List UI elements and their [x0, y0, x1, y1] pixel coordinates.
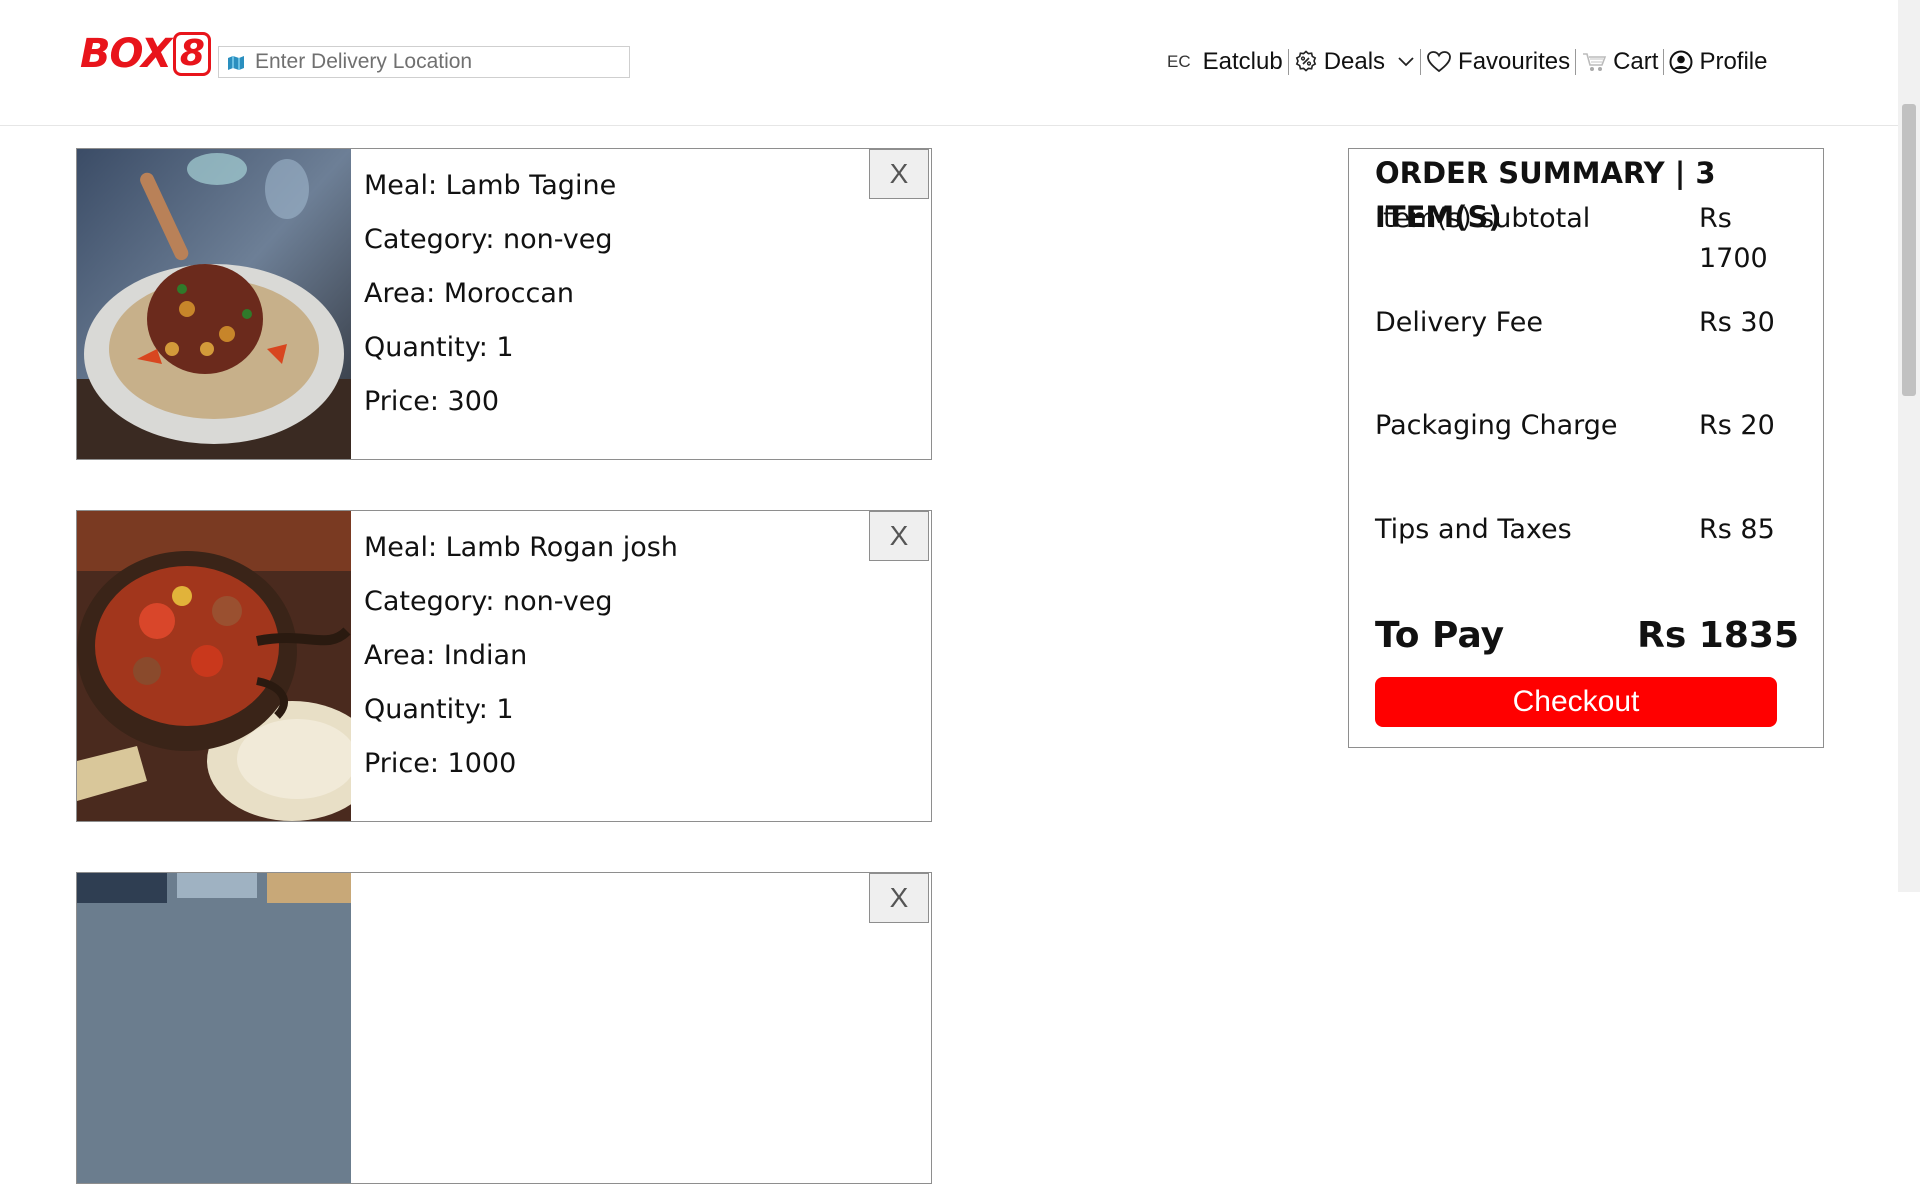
- eatclub-icon: EC: [1167, 52, 1191, 71]
- checkout-button[interactable]: Checkout: [1375, 677, 1777, 727]
- nav-profile[interactable]: Profile: [1664, 48, 1772, 76]
- nav-favourites-label: Favourites: [1458, 48, 1571, 75]
- nav-favourites[interactable]: Favourites: [1421, 48, 1575, 76]
- summary-label: Delivery Fee: [1375, 307, 1543, 338]
- summary-label: Item(s) subtotal: [1375, 203, 1591, 234]
- remove-item-button[interactable]: X: [869, 149, 929, 199]
- meal-category: Category: non-veg: [364, 224, 613, 255]
- meal-price: Price: 1000: [364, 748, 517, 779]
- deals-icon: [1294, 50, 1318, 74]
- meal-details: Meal: Lamb Rogan josh Category: non-veg …: [364, 521, 678, 791]
- page-scrollbar[interactable]: [1898, 0, 1920, 892]
- nav-eatclub-label: Eatclub: [1202, 48, 1283, 75]
- nav-profile-label: Profile: [1699, 48, 1768, 75]
- summary-label: Tips and Taxes: [1375, 514, 1572, 545]
- map-icon: [227, 55, 245, 70]
- logo-text: BOX: [80, 31, 172, 77]
- meal-image: [77, 511, 351, 821]
- nav-eatclub[interactable]: EC Eatclub: [1162, 48, 1288, 76]
- delivery-location-search[interactable]: [218, 46, 630, 78]
- remove-item-button[interactable]: X: [869, 873, 929, 923]
- cart-item: Meal: Lamb Tagine Category: non-veg Area…: [76, 148, 932, 460]
- meal-category: Category: non-veg: [364, 586, 613, 617]
- nav-cart-label: Cart: [1613, 48, 1659, 75]
- nav-deals-label: Deals: [1323, 48, 1386, 75]
- meal-area: Area: Moroccan: [364, 278, 575, 309]
- summary-value: Rs 30: [1699, 307, 1775, 338]
- order-summary: ORDER SUMMARY | 3 ITEM(S) Item(s) subtot…: [1348, 148, 1824, 748]
- user-icon: [1669, 50, 1693, 74]
- cart-icon: [1581, 50, 1607, 74]
- heart-icon: [1426, 50, 1452, 74]
- meal-image: [77, 873, 351, 1183]
- meal-quantity: Quantity: 1: [364, 332, 514, 363]
- cart-item: X: [76, 872, 932, 1184]
- summary-value: Rs 1700: [1699, 203, 1768, 274]
- summary-total: To Pay Rs 1835: [1375, 611, 1799, 661]
- meal-price: Price: 300: [364, 386, 500, 417]
- nav-deals[interactable]: Deals: [1289, 48, 1420, 76]
- summary-row-packaging: Packaging Charge Rs 20: [1375, 406, 1799, 446]
- meal-area: Area: Indian: [364, 640, 528, 671]
- meal-details: Meal: Lamb Tagine Category: non-veg Area…: [364, 159, 616, 429]
- nav-cart[interactable]: Cart: [1576, 48, 1663, 76]
- summary-row-subtotal: Item(s) subtotal Rs 1700: [1375, 199, 1799, 279]
- delivery-location-input[interactable]: [255, 50, 629, 74]
- meal-quantity: Quantity: 1: [364, 694, 514, 725]
- meal-name: Meal: Lamb Rogan josh: [364, 532, 678, 563]
- summary-value: Rs 20: [1699, 410, 1775, 441]
- summary-row-delivery-fee: Delivery Fee Rs 30: [1375, 303, 1799, 343]
- logo-eight: 8: [172, 32, 211, 76]
- summary-row-tips-taxes: Tips and Taxes Rs 85: [1375, 510, 1799, 550]
- site-header: BOX8 EC Eatclub Deals: [0, 0, 1898, 126]
- meal-name: Meal: Lamb Tagine: [364, 170, 617, 201]
- meal-image: [77, 149, 351, 459]
- scrollbar-thumb[interactable]: [1902, 104, 1916, 396]
- total-value: Rs 1835: [1637, 615, 1799, 656]
- total-label: To Pay: [1375, 615, 1505, 656]
- summary-value: Rs 85: [1699, 514, 1775, 545]
- remove-item-button[interactable]: X: [869, 511, 929, 561]
- cart-item: Meal: Lamb Rogan josh Category: non-veg …: [76, 510, 932, 822]
- chevron-down-icon: [1397, 56, 1415, 68]
- summary-label: Packaging Charge: [1375, 410, 1618, 441]
- main-nav: EC Eatclub Deals Favourites Cart Profile: [1162, 42, 1772, 82]
- box8-logo[interactable]: BOX 8: [80, 30, 211, 78]
